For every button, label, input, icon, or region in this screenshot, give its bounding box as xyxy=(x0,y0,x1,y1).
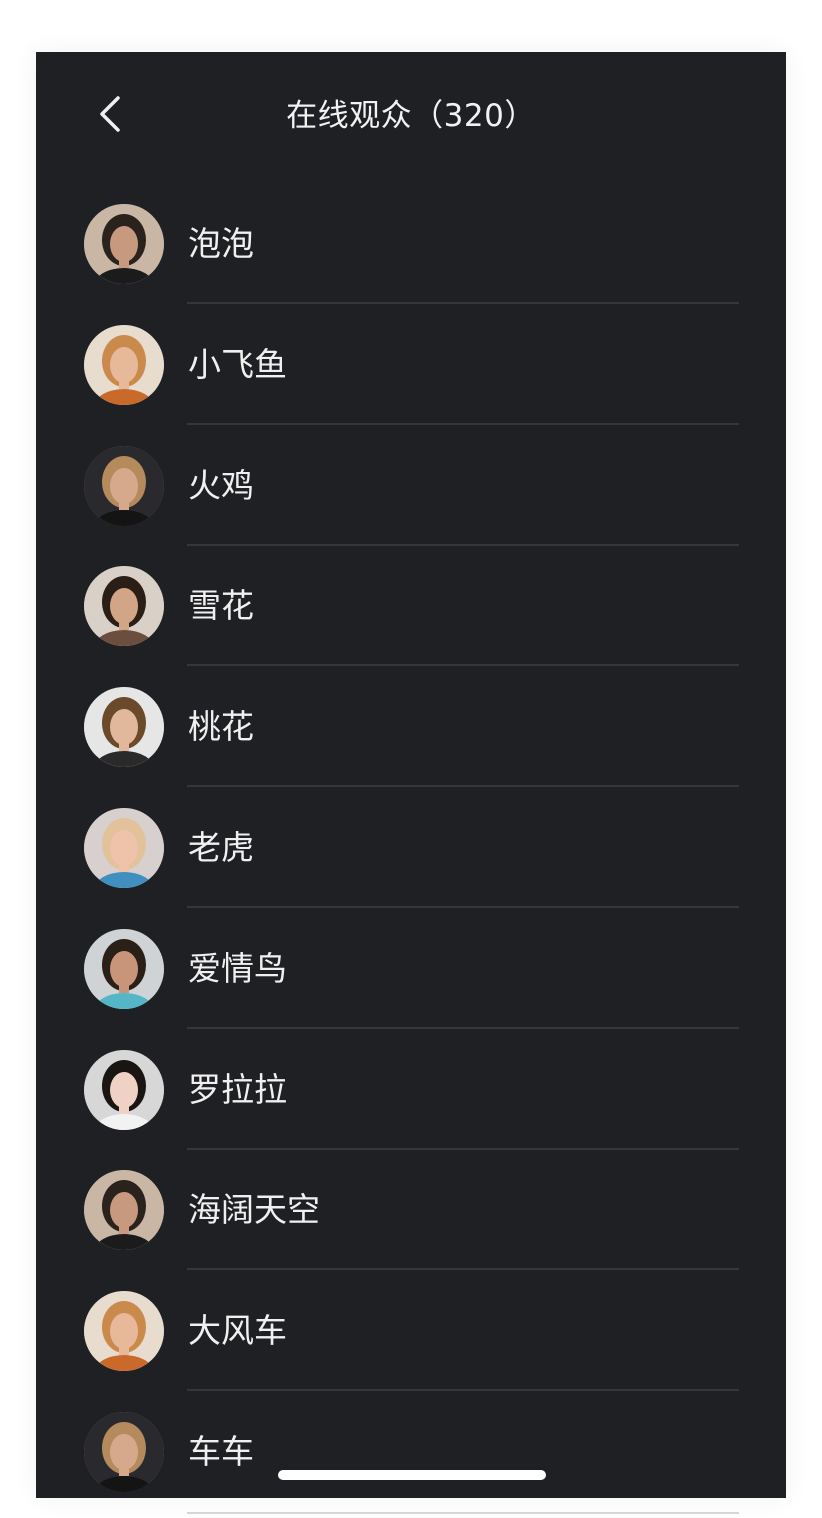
page-title: 在线观众（320） xyxy=(286,98,536,134)
avatar xyxy=(84,1170,164,1251)
viewer-name: 小飞鱼 xyxy=(188,344,287,384)
viewer-name: 大风车 xyxy=(188,1311,287,1351)
row-divider xyxy=(187,1147,739,1150)
avatar xyxy=(84,324,164,405)
viewer-row[interactable]: 大风车 xyxy=(36,1291,786,1412)
viewer-row[interactable]: 罗拉拉 xyxy=(36,1049,786,1171)
avatar xyxy=(84,566,164,647)
avatar xyxy=(84,687,164,768)
viewer-row[interactable]: 桃花 xyxy=(36,687,786,808)
avatar xyxy=(84,445,164,526)
nav-bar: 在线观众（320） xyxy=(36,52,786,182)
viewer-name: 罗拉拉 xyxy=(188,1069,287,1109)
viewer-row[interactable]: 泡泡 xyxy=(36,204,786,325)
row-divider xyxy=(187,785,739,788)
viewer-row[interactable]: 火鸡 xyxy=(36,445,786,567)
viewer-name: 海阔天空 xyxy=(188,1190,320,1230)
viewer-name: 爱情鸟 xyxy=(188,948,287,988)
row-divider xyxy=(187,664,739,667)
viewer-name: 桃花 xyxy=(188,707,254,747)
avatar xyxy=(84,204,164,284)
viewer-row[interactable]: 老虎 xyxy=(36,807,786,929)
row-divider xyxy=(187,1026,739,1029)
row-divider xyxy=(187,1389,739,1392)
viewer-row[interactable]: 小飞鱼 xyxy=(36,324,786,446)
row-divider xyxy=(187,302,739,304)
viewer-name: 老虎 xyxy=(188,827,254,867)
viewer-row[interactable]: 海阔天空 xyxy=(36,1170,786,1291)
avatar xyxy=(84,1411,164,1492)
viewer-list-screen: 在线观众（320） 泡泡小飞鱼火鸡雪花桃花老虎爱情鸟罗拉拉海阔天空大风车车车 xyxy=(36,52,786,1498)
viewer-row[interactable]: 车车 xyxy=(36,1411,786,1498)
viewer-list: 泡泡小飞鱼火鸡雪花桃花老虎爱情鸟罗拉拉海阔天空大风车车车 xyxy=(36,204,786,1498)
row-divider xyxy=(187,422,739,425)
viewer-name: 车车 xyxy=(188,1431,254,1471)
viewer-name: 泡泡 xyxy=(188,224,254,263)
viewer-row[interactable]: 雪花 xyxy=(36,566,786,687)
row-divider xyxy=(187,1268,739,1271)
viewer-name: 雪花 xyxy=(188,586,254,626)
avatar xyxy=(84,928,164,1009)
avatar xyxy=(84,1291,164,1372)
row-divider xyxy=(187,543,739,546)
viewer-row[interactable]: 爱情鸟 xyxy=(36,928,786,1050)
avatar xyxy=(84,807,164,888)
avatar xyxy=(84,1049,164,1130)
row-divider xyxy=(187,905,739,908)
viewer-name: 火鸡 xyxy=(188,465,254,505)
home-indicator xyxy=(278,1470,546,1480)
list-divider-overflow xyxy=(187,1512,739,1514)
